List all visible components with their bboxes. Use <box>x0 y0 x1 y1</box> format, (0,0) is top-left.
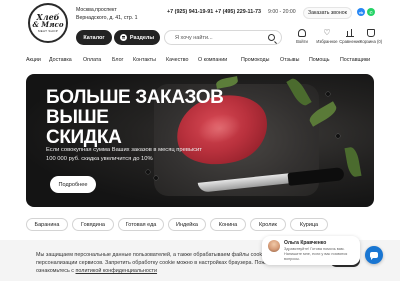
menu-item-contacts[interactable]: Контакты <box>133 57 156 63</box>
hero-title-line2: СКИДКА <box>46 127 122 148</box>
cookie-text: Мы защищаем персональные данные пользова… <box>36 251 288 275</box>
address-line1: Москва,проспект <box>76 7 117 13</box>
cart-icon <box>367 29 375 37</box>
chat-agent-name: Ольга Кравченко <box>284 240 327 246</box>
vk-icon[interactable]: vk <box>357 8 365 16</box>
category-lamb[interactable]: Баранина <box>26 218 68 231</box>
chat-bubble-icon <box>370 252 378 260</box>
hero-title: БОЛЬШЕ ЗАКАЗОВ ВЫШЕ СКИДКА <box>46 88 236 148</box>
cart-label: Корзина (0) <box>359 39 383 44</box>
whatsapp-icon[interactable]: ✆ <box>367 8 375 16</box>
search-input[interactable] <box>175 33 265 43</box>
menu-item-blog[interactable]: Блог <box>112 57 123 63</box>
search-icon[interactable] <box>268 34 275 41</box>
chat-message: Здравствуйте! Готова помочь вам. Напишит… <box>284 247 348 261</box>
sections-label: Разделы <box>129 34 155 41</box>
category-horse-meat[interactable]: Конина <box>210 218 246 231</box>
menu-burger-icon <box>119 34 127 41</box>
top-header: Хлеб & Мясо MEAT SHOP Москва,проспект Ве… <box>0 0 400 43</box>
menu-item-suppliers[interactable]: Поставщики <box>340 57 370 63</box>
store-address: Москва,проспект Вернадского, д. 41, стр.… <box>76 7 138 22</box>
peppercorn-image <box>146 170 150 174</box>
hero-title-line1: БОЛЬШЕ ЗАКАЗОВ ВЫШЕ <box>46 87 224 128</box>
phone-1[interactable]: +7 (925) 941-19-91 <box>167 9 213 15</box>
address-line2: Вернадского, д. 41, стр. 1 <box>76 14 138 21</box>
menu-item-about[interactable]: О компании <box>198 57 227 63</box>
cart-link[interactable]: Корзина (0) <box>356 29 386 44</box>
chat-popup[interactable]: Ольга Кравченко Здравствуйте! Готова пом… <box>262 236 360 265</box>
phone-2[interactable]: +7 (495) 229-11-73 <box>215 9 261 15</box>
search-bar[interactable] <box>164 30 282 45</box>
avatar <box>268 240 280 252</box>
peppercorn-image <box>154 176 158 180</box>
privacy-policy-link[interactable]: политикой конфиденциальности <box>76 268 158 274</box>
category-turkey[interactable]: Индейка <box>168 218 206 231</box>
menu-item-promocodes[interactable]: Промокоды <box>241 57 269 63</box>
category-rabbit[interactable]: Кролик <box>250 218 286 231</box>
menu-item-delivery[interactable]: Доставка <box>49 57 72 63</box>
peppercorn-image <box>326 92 330 96</box>
category-beef[interactable]: Говядина <box>72 218 114 231</box>
working-hours: 9:00 - 20:00 <box>268 9 296 15</box>
compare-icon <box>346 29 354 37</box>
logo-text-line2: & Мясо <box>32 20 64 29</box>
cookie-message: Мы защищаем персональные данные пользова… <box>36 252 287 274</box>
menu-item-promotions[interactable]: Акции <box>26 57 41 63</box>
hero-banner[interactable]: БОЛЬШЕ ЗАКАЗОВ ВЫШЕ СКИДКА Если совокупн… <box>26 74 374 207</box>
catalog-button[interactable]: Каталог <box>76 30 112 45</box>
logo-text-line3: MEAT SHOP <box>37 29 59 33</box>
peppercorn-image <box>336 134 340 138</box>
heart-icon: ♡ <box>323 28 331 37</box>
menu-item-payment[interactable]: Оплата <box>83 57 101 63</box>
callback-button[interactable]: Заказать звонок <box>303 7 352 19</box>
more-button[interactable]: Подробнее <box>50 176 96 193</box>
category-ready-food[interactable]: Готовая еда <box>118 218 164 231</box>
chat-button[interactable] <box>365 246 383 264</box>
sections-button[interactable]: Разделы <box>114 30 160 45</box>
brand-logo[interactable]: Хлеб & Мясо MEAT SHOP <box>28 3 68 43</box>
menu-item-quality[interactable]: Качество <box>166 57 188 63</box>
bay-leaf-image <box>344 146 362 178</box>
menu-item-reviews[interactable]: Отзывы <box>280 57 299 63</box>
menu-item-help[interactable]: Помощь <box>309 57 329 63</box>
category-chicken[interactable]: Курица <box>290 218 328 231</box>
hero-description: Если совокупная сумма Ваших заказов в ме… <box>46 147 202 162</box>
user-icon <box>298 29 306 37</box>
